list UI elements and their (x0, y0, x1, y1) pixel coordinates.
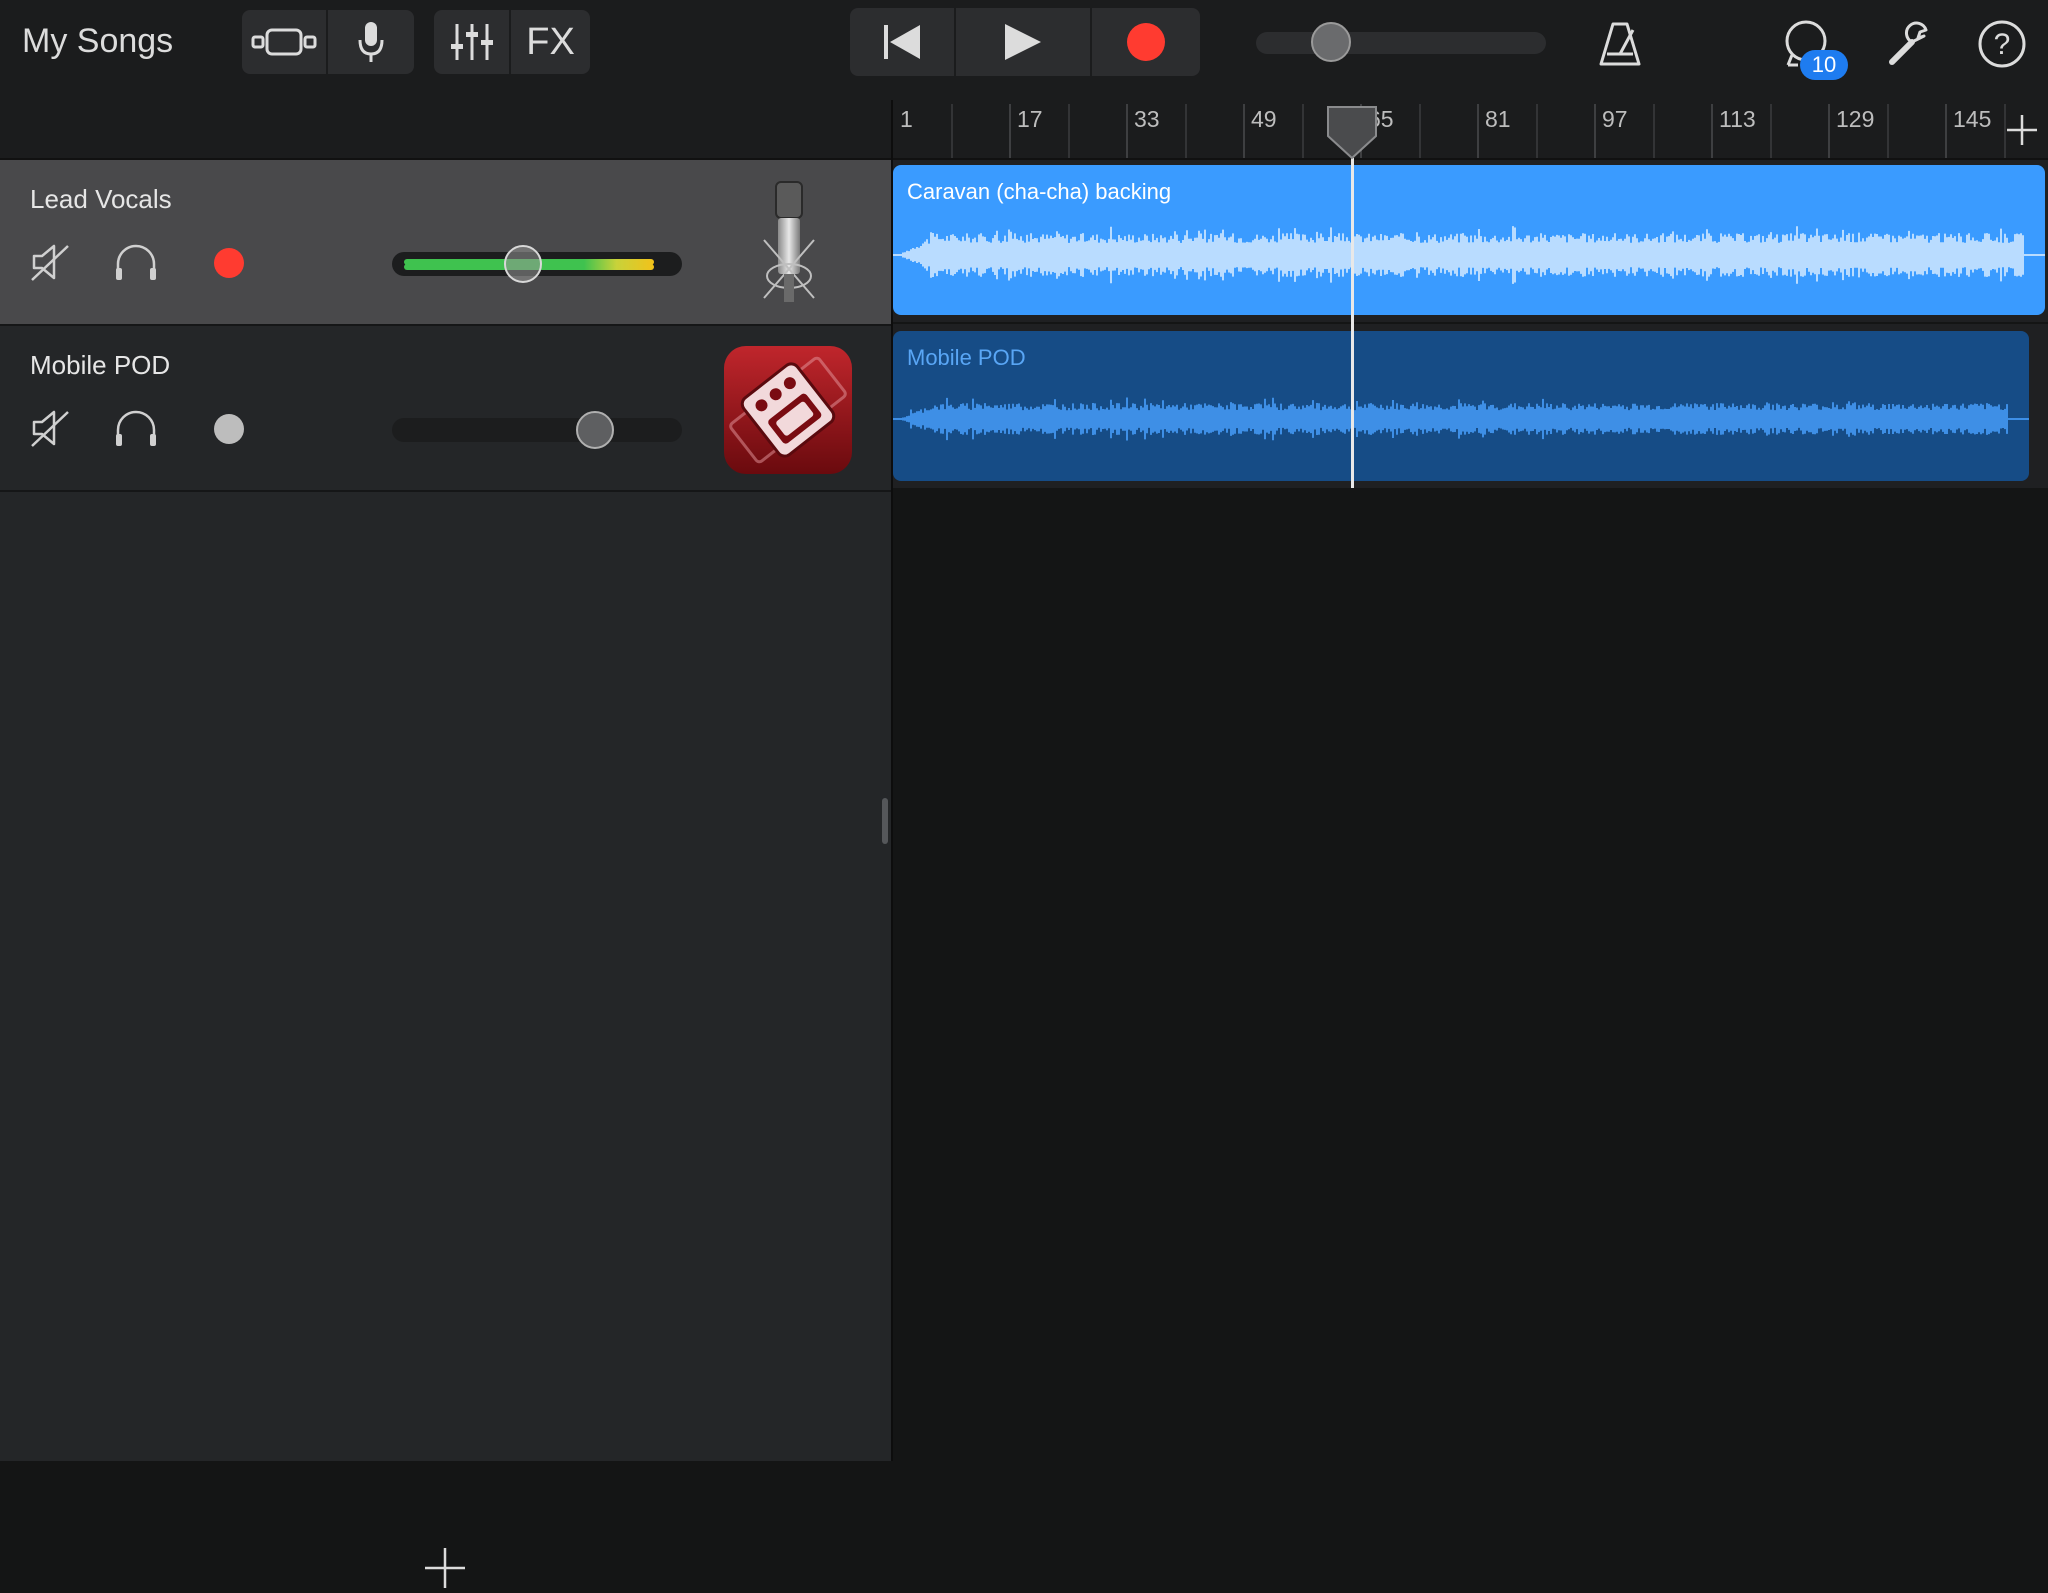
microphone-button[interactable] (328, 10, 414, 74)
ruler-bar-number: 49 (1251, 106, 1277, 132)
ruler-tick (1067, 104, 1070, 158)
ruler-tick (1945, 104, 1947, 158)
playhead-handle[interactable] (1325, 104, 1379, 160)
region-caravan-backing[interactable]: Caravan (cha-cha) backing (893, 165, 2045, 315)
fx-button[interactable]: FX (511, 10, 590, 74)
ruler-tick (1652, 104, 1655, 158)
track-name: Lead Vocals (30, 184, 172, 214)
speaker-muted-icon (31, 244, 69, 281)
ruler-tick (950, 104, 953, 158)
ruler-tick (1886, 104, 1889, 158)
ruler-tick (1301, 104, 1304, 158)
mixer-button[interactable] (434, 10, 512, 74)
waveform (893, 397, 2029, 441)
record-icon (1127, 23, 1165, 61)
track-name: Mobile POD (30, 350, 171, 380)
view-button-group (242, 10, 414, 74)
ruler-bar-number: 97 (1602, 106, 1628, 132)
track-list-header (0, 100, 892, 160)
play-icon (1005, 24, 1041, 60)
metronome-icon (1599, 22, 1641, 66)
ruler-bar-number: 145 (1953, 106, 1992, 132)
add-section-button[interactable] (2004, 112, 2040, 148)
ruler-bar-number: 17 (1017, 106, 1043, 132)
help-button[interactable]: ? (1976, 18, 2028, 70)
ruler-bar-number: 81 (1485, 106, 1511, 132)
wrench-icon (1889, 21, 1928, 65)
record-button[interactable] (1092, 8, 1200, 76)
metronome-button[interactable] (1594, 18, 1646, 70)
ruler-tick (1477, 104, 1479, 158)
ruler-tick (1243, 104, 1245, 158)
ruler-tick (1184, 104, 1187, 158)
ruler-tick (1594, 104, 1596, 158)
track-volume-knob[interactable] (576, 411, 614, 449)
track-instrument-button[interactable] (724, 180, 852, 308)
track-header-lead-vocals[interactable]: Lead Vocals (0, 160, 892, 326)
settings-button[interactable] (1884, 18, 1936, 70)
track-volume-slider[interactable] (392, 245, 682, 283)
lane-separator (893, 322, 2048, 324)
microphone-icon (358, 22, 384, 62)
ruler-tick (1535, 104, 1538, 158)
go-to-beginning-button[interactable] (850, 8, 956, 76)
transport-controls (850, 8, 1200, 76)
region-mobile-pod[interactable]: Mobile POD (893, 331, 2029, 481)
ruler-tick (1769, 104, 1772, 158)
solo-button[interactable] (114, 406, 158, 450)
ruler-bar-number: 129 (1836, 106, 1875, 132)
add-track-button[interactable] (420, 1543, 470, 1593)
help-label: ? (1994, 28, 2011, 61)
record-enable-button[interactable] (214, 248, 244, 278)
headphones-icon (116, 244, 156, 280)
record-enable-button[interactable] (214, 414, 244, 444)
waveform (893, 226, 2045, 284)
skip-back-icon (884, 25, 920, 59)
tracks-view-button[interactable] (242, 10, 328, 74)
solo-button[interactable] (114, 240, 158, 284)
track-instrument-button[interactable] (724, 346, 852, 474)
play-button[interactable] (956, 8, 1092, 76)
mute-button[interactable] (28, 240, 72, 284)
playhead-marker-icon (1327, 106, 1377, 160)
ruler-bar-number: 113 (1719, 106, 1756, 132)
master-volume-knob[interactable] (1311, 22, 1352, 62)
track-volume-slider[interactable] (392, 411, 682, 449)
notification-badge: 10 (1800, 50, 1848, 80)
ruler-bar-number: 1 (900, 106, 913, 132)
fx-label: FX (526, 20, 575, 63)
lane-separator (893, 488, 2048, 490)
ruler-tick (1711, 104, 1713, 158)
microphone-icon (763, 181, 815, 302)
master-volume-slider[interactable] (1256, 22, 1546, 62)
my-songs-button[interactable]: My Songs (22, 22, 173, 61)
toolbar: My Songs FX 10 ? (0, 0, 2048, 100)
ruler-tick (1828, 104, 1830, 158)
plus-icon (2007, 115, 2037, 145)
track-volume-knob[interactable] (503, 245, 542, 283)
track-header-resize-handle[interactable] (882, 798, 888, 844)
tracks-view-icon (251, 28, 317, 56)
mobile-pod-amp-icon (724, 346, 852, 474)
ruler-tick (1009, 104, 1011, 158)
mixer-sliders-icon (450, 24, 493, 60)
headphones-icon (116, 410, 156, 446)
timeline-ruler[interactable]: 1 17 33 49 65 81 97 113 129 145 (893, 100, 2048, 160)
ruler-tick (1418, 104, 1421, 158)
speaker-muted-icon (31, 410, 69, 447)
playhead-line (1351, 158, 1354, 488)
plus-icon (425, 1548, 465, 1588)
track-list: Lead Vocals Mobile POD (0, 160, 892, 1588)
track-header-mobile-pod[interactable]: Mobile POD (0, 326, 892, 492)
mix-button-group: FX (434, 10, 590, 74)
ruler-tick (1126, 104, 1128, 158)
mute-button[interactable] (28, 406, 72, 450)
ruler-bar-number: 33 (1134, 106, 1160, 132)
help-icon: ? (1978, 20, 2026, 68)
